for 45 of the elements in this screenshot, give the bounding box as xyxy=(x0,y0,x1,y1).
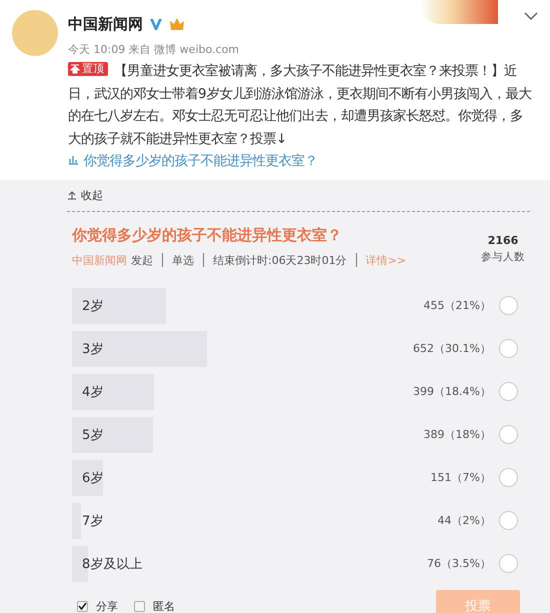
option-label: 4岁 xyxy=(81,384,104,400)
option-radio[interactable] xyxy=(499,296,518,315)
option-radio[interactable] xyxy=(499,382,518,401)
option-radio[interactable] xyxy=(499,511,518,530)
option-radio[interactable] xyxy=(499,425,518,444)
option-label: 5岁 xyxy=(81,426,104,444)
details-link[interactable]: 详情>> xyxy=(366,252,406,268)
option-result: 76（3.5%） xyxy=(427,556,491,571)
option-label: 3岁 xyxy=(81,340,104,358)
pin-icon xyxy=(70,64,80,74)
option-label: 2岁 xyxy=(81,298,104,314)
post-text: 置顶 【男童进女更衣室被请离，多大孩子不能进异性更衣室？来投票！】近日，武汉的邓女士带着9岁女儿到游泳馆游泳，更衣期间不断有小男孩闯入，最大的在七八岁左右。邓女士忍无可忍让他们出去，却遭男孩家长怒怼。你觉得，多大的孩子就不能进异性更衣室？投票↓ 你觉得多少岁的孩子不能进异性更衣室？ xyxy=(68,61,534,174)
option-result: 455（21%） xyxy=(424,298,491,313)
initiator-link[interactable]: 中国新闻网 xyxy=(72,252,127,268)
checkbox[interactable] xyxy=(134,600,145,612)
participant-label: 参与人数 xyxy=(481,250,525,264)
checkbox[interactable] xyxy=(77,600,88,612)
chevron-down-icon[interactable] xyxy=(524,12,538,20)
option-result: 151（7%） xyxy=(430,470,491,485)
pinned-tag: 置顶 xyxy=(68,62,108,76)
account-name[interactable]: 中国新闻网 xyxy=(68,14,143,34)
option-radio[interactable] xyxy=(499,554,518,573)
initiated-label: 发起 xyxy=(131,252,153,268)
post-meta: 今天 10:09 来自 微博 weibo.com xyxy=(68,42,240,57)
option-result: 652（30.1%） xyxy=(413,341,491,356)
option-result: 399（18.4%） xyxy=(413,384,491,399)
checkbox-label: 分享 xyxy=(96,598,118,613)
option-label: 8岁及以上 xyxy=(81,556,144,572)
crown-icon xyxy=(169,17,185,31)
participant-count: 2166 xyxy=(488,234,518,246)
countdown: 结束倒计时:06天23时01分 xyxy=(213,252,347,268)
option-radio[interactable] xyxy=(499,339,518,358)
avatar[interactable] xyxy=(12,10,58,56)
upload-arrow-icon xyxy=(67,190,77,200)
option-label: 6岁 xyxy=(81,470,104,486)
poll-mode: 单选 xyxy=(172,252,194,268)
bar-chart-icon xyxy=(68,155,79,165)
poll-link[interactable]: 你觉得多少岁的孩子不能进异性更衣室？ xyxy=(68,151,318,174)
poll-title: 你觉得多少岁的孩子不能进异性更衣室？ xyxy=(72,226,343,244)
option-radio[interactable] xyxy=(499,468,518,487)
checkbox-label: 匿名 xyxy=(153,598,175,613)
option-result: 389（18%） xyxy=(424,427,491,442)
collapse-button[interactable]: 收起 xyxy=(67,188,550,202)
option-label: 7岁 xyxy=(81,512,104,530)
option-result: 44（2%） xyxy=(438,513,491,528)
